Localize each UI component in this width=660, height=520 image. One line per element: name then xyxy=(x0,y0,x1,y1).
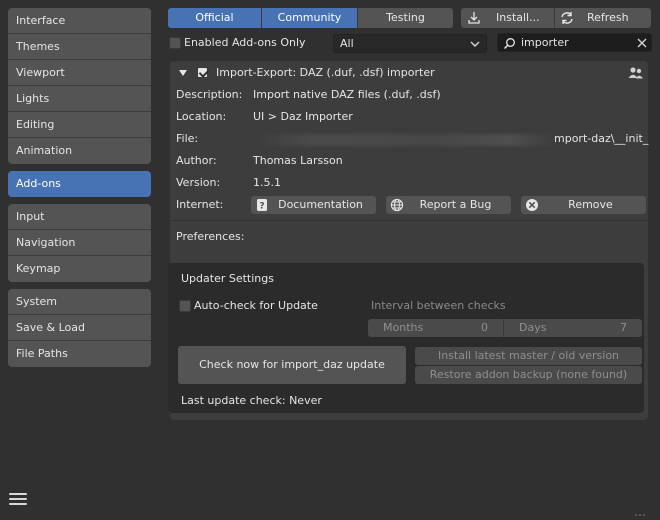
sidebar-item-editing[interactable]: Editing xyxy=(8,112,151,138)
install-button[interactable]: Install... xyxy=(461,8,555,28)
updater-settings-panel: Updater Settings Auto-check for Update I… xyxy=(168,263,644,413)
sidebar-item-file-paths[interactable]: File Paths xyxy=(8,341,151,367)
internet-label: Internet: xyxy=(176,198,224,211)
report-bug-label: Report a Bug xyxy=(419,198,492,211)
support-level-tabs: Official Community Testing xyxy=(168,8,453,28)
author-label: Author: xyxy=(176,154,217,167)
location-value: UI > Daz Importer xyxy=(253,110,353,123)
report-bug-button[interactable]: Report a Bug xyxy=(386,196,511,214)
description-label: Description: xyxy=(176,88,243,101)
addon-enabled-checkbox[interactable] xyxy=(197,67,208,78)
search-icon xyxy=(503,38,515,50)
check-now-button[interactable]: Check now for import_daz update xyxy=(178,346,406,384)
download-icon xyxy=(468,12,480,24)
community-users-icon xyxy=(628,67,643,79)
interval-fields: Months 0 Days 7 xyxy=(368,319,642,337)
remove-icon xyxy=(526,199,538,211)
last-check-label: Last update check: Never xyxy=(181,394,322,407)
days-field[interactable]: Days 7 xyxy=(505,319,642,337)
install-refresh-group: Install... Refresh xyxy=(461,8,651,28)
remove-label: Remove xyxy=(568,198,613,211)
nav-group-general: Interface Themes Viewport Lights Editing… xyxy=(8,8,151,164)
sidebar-item-animation[interactable]: Animation xyxy=(8,138,151,164)
category-value: All xyxy=(340,37,354,50)
refresh-button[interactable]: Refresh xyxy=(555,8,651,28)
sidebar-item-lights[interactable]: Lights xyxy=(8,86,151,112)
preferences-label: Preferences: xyxy=(176,230,245,243)
remove-button[interactable]: Remove xyxy=(521,196,646,214)
updater-title: Updater Settings xyxy=(181,272,274,285)
description-value: Import native DAZ files (.duf, .dsf) xyxy=(253,88,441,101)
days-label: Days xyxy=(519,321,547,334)
sidebar-item-viewport[interactable]: Viewport xyxy=(8,60,151,86)
install-label: Install... xyxy=(496,11,540,24)
documentation-label: Documentation xyxy=(278,198,363,211)
restore-backup-button[interactable]: Restore addon backup (none found) xyxy=(415,366,642,384)
refresh-label: Refresh xyxy=(587,11,629,24)
svg-text:?: ? xyxy=(259,202,264,212)
documentation-button[interactable]: ? Documentation xyxy=(251,196,376,214)
blurred-file-path xyxy=(255,134,555,146)
chevron-down-icon xyxy=(470,41,480,47)
file-label: File: xyxy=(176,132,199,145)
tab-official[interactable]: Official xyxy=(168,8,262,28)
sidebar-item-system[interactable]: System xyxy=(8,289,151,315)
sidebar-item-input[interactable]: Input xyxy=(8,204,151,230)
help-book-icon: ? xyxy=(257,199,267,212)
sidebar-item-keymap[interactable]: Keymap xyxy=(8,256,151,282)
tab-testing[interactable]: Testing xyxy=(358,8,453,28)
auto-check-label: Auto-check for Update xyxy=(194,299,318,312)
menu-icon[interactable] xyxy=(9,493,27,509)
search-input[interactable]: importer xyxy=(521,34,569,52)
tab-community[interactable]: Community xyxy=(262,8,358,28)
months-value: 0 xyxy=(481,321,488,334)
sidebar-item-themes[interactable]: Themes xyxy=(8,34,151,60)
close-icon[interactable] xyxy=(637,38,647,48)
globe-icon xyxy=(390,198,404,212)
divider xyxy=(170,220,648,221)
location-label: Location: xyxy=(176,110,227,123)
author-value: Thomas Larsson xyxy=(253,154,343,167)
enabled-only-label: Enabled Add-ons Only xyxy=(184,36,306,49)
refresh-icon xyxy=(561,12,573,24)
sidebar-item-navigation[interactable]: Navigation xyxy=(8,230,151,256)
months-field[interactable]: Months 0 xyxy=(368,319,504,337)
preferences-sidebar: Interface Themes Viewport Lights Editing… xyxy=(0,0,160,520)
install-latest-button[interactable]: Install latest master / old version xyxy=(415,347,642,365)
addons-main: Official Community Testing Install... Re… xyxy=(160,0,660,520)
nav-group-system: System Save & Load File Paths xyxy=(8,289,151,367)
category-dropdown[interactable]: All xyxy=(333,34,487,53)
nav-group-addons: Add-ons xyxy=(8,171,151,197)
addon-title: Import-Export: DAZ (.duf, .dsf) importer xyxy=(216,66,435,79)
resize-handle-icon[interactable] xyxy=(634,512,646,518)
version-value: 1.5.1 xyxy=(253,176,281,189)
sidebar-item-addons[interactable]: Add-ons xyxy=(8,171,151,197)
months-label: Months xyxy=(383,321,424,334)
days-value: 7 xyxy=(620,321,627,334)
auto-check-checkbox[interactable] xyxy=(179,300,191,312)
version-label: Version: xyxy=(176,176,221,189)
interval-label: Interval between checks xyxy=(371,299,506,312)
nav-group-input: Input Navigation Keymap xyxy=(8,204,151,282)
expand-triangle-icon[interactable] xyxy=(179,69,187,77)
file-value: mport-daz\__init_ xyxy=(554,132,649,145)
search-field[interactable]: importer xyxy=(497,33,652,52)
sidebar-item-interface[interactable]: Interface xyxy=(8,8,151,34)
sidebar-item-save-load[interactable]: Save & Load xyxy=(8,315,151,341)
enabled-only-checkbox[interactable] xyxy=(169,37,181,49)
